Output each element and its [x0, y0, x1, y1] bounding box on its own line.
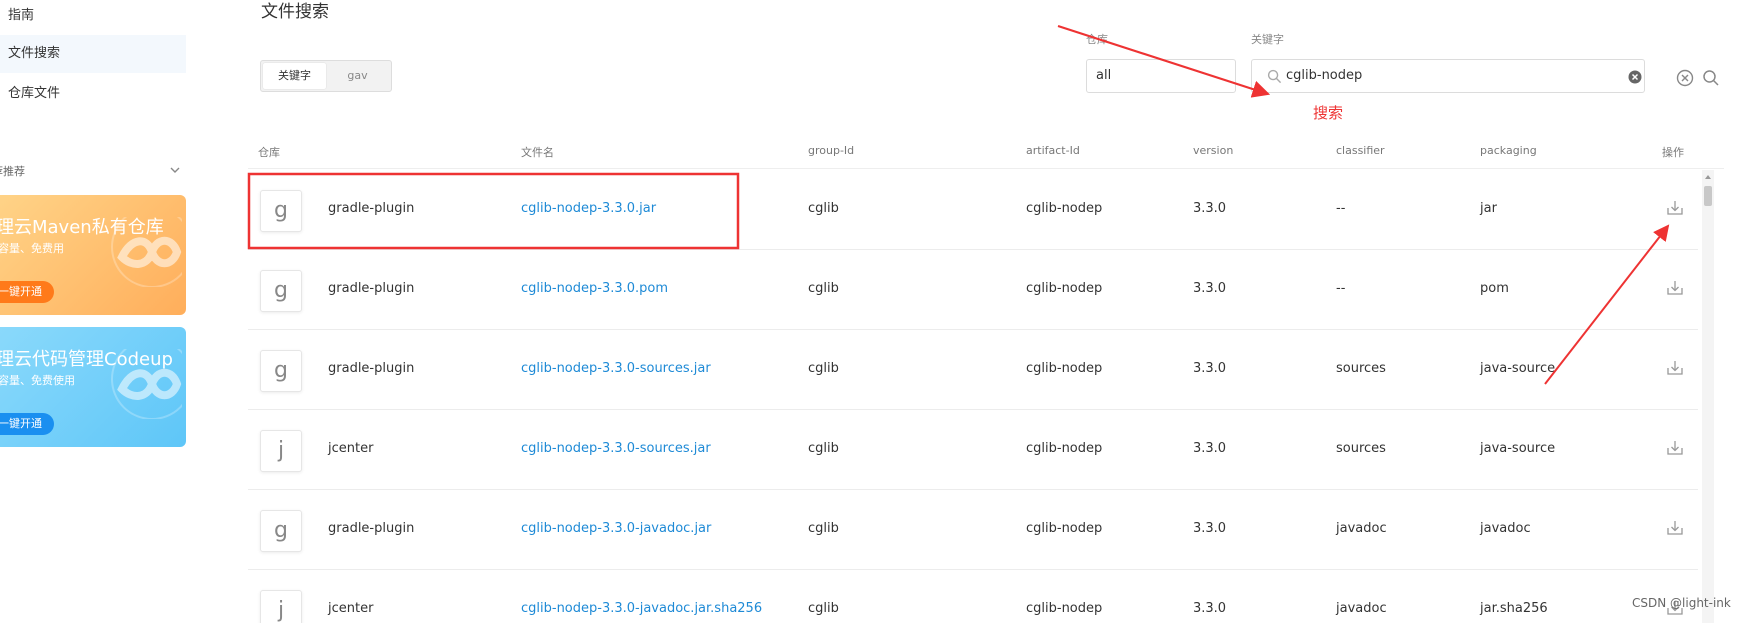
- column-header-filename: 文件名: [521, 146, 554, 159]
- cell-version: 3.3.0: [1193, 201, 1227, 216]
- cell-repo: gradle-plugin: [328, 281, 415, 296]
- search-button-icon[interactable]: [1702, 69, 1720, 87]
- promo-card-codeup[interactable]: 理云代码管理Codeup 容量、免费使用 一键开通: [0, 327, 186, 447]
- cell-repo: jcenter: [328, 441, 374, 456]
- cell-version: 3.3.0: [1193, 521, 1227, 536]
- promo-subtitle: 容量、免费用: [0, 242, 64, 255]
- column-header-actions: 操作: [1662, 146, 1684, 159]
- cell-artifact-id: cglib-nodep: [1026, 201, 1103, 216]
- tab-gav[interactable]: gav: [326, 63, 389, 89]
- cell-classifier: sources: [1336, 441, 1386, 456]
- table-row[interactable]: j jcenter cglib-nodep-3.3.0-javadoc.jar.sh…: [248, 570, 1698, 623]
- cell-artifact-id: cglib-nodep: [1026, 601, 1103, 616]
- cell-artifact-id: cglib-nodep: [1026, 361, 1103, 376]
- promo-title: 理云Maven私有仓库: [0, 217, 164, 238]
- search-icon: [1267, 69, 1282, 84]
- recommend-title: 荐推荐: [0, 165, 25, 178]
- table-header-divider: [248, 168, 1724, 169]
- cell-repo: jcenter: [328, 601, 374, 616]
- nav-item-guide[interactable]: 指南: [0, 0, 186, 35]
- cell-packaging: pom: [1480, 281, 1509, 296]
- cell-filename[interactable]: cglib-nodep-3.3.0-javadoc.jar.sha256: [521, 601, 762, 616]
- annotation-search-label: 搜索: [1313, 104, 1344, 122]
- cell-classifier: javadoc: [1336, 601, 1387, 616]
- cell-packaging: javadoc: [1480, 521, 1531, 536]
- promo-card-maven[interactable]: 理云Maven私有仓库 容量、免费用 一键开通: [0, 195, 186, 315]
- cell-artifact-id: cglib-nodep: [1026, 281, 1103, 296]
- cell-packaging: java-source: [1480, 361, 1556, 376]
- cell-classifier: javadoc: [1336, 521, 1387, 536]
- cell-filename[interactable]: cglib-nodep-3.3.0-sources.jar: [521, 361, 711, 376]
- clear-input-icon[interactable]: [1628, 70, 1642, 84]
- scroll-up-arrow-icon[interactable]: [1702, 172, 1714, 182]
- cell-classifier: --: [1336, 201, 1346, 216]
- nav-item-file-search[interactable]: 文件搜索: [0, 35, 186, 73]
- cell-packaging: jar.sha256: [1480, 601, 1548, 616]
- cell-group-id: cglib: [808, 521, 839, 536]
- table-row[interactable]: g gradle-plugin cglib-nodep-3.3.0.pom cglib…: [248, 250, 1698, 330]
- cell-filename[interactable]: cglib-nodep-3.3.0-sources.jar: [521, 441, 711, 456]
- sidebar: 指南 文件搜索 仓库文件 荐推荐 理云Maven私有仓库 容量、免费用 一键开通…: [0, 0, 186, 623]
- reset-icon[interactable]: [1676, 69, 1694, 87]
- column-header-packaging: packaging: [1480, 144, 1537, 157]
- cell-version: 3.3.0: [1193, 441, 1227, 456]
- promo-open-button[interactable]: 一键开通: [0, 281, 54, 303]
- cell-version: 3.3.0: [1193, 361, 1227, 376]
- repo-badge: g: [260, 350, 302, 392]
- vertical-scrollbar[interactable]: [1702, 170, 1714, 623]
- chevron-down-icon[interactable]: [168, 163, 182, 177]
- promo-open-button[interactable]: 一键开通: [0, 413, 54, 435]
- cell-group-id: cglib: [808, 361, 839, 376]
- promo-title: 理云代码管理Codeup: [0, 349, 173, 370]
- page-title: 文件搜索: [261, 2, 329, 22]
- tab-keyword[interactable]: 关键字: [263, 63, 326, 89]
- cell-group-id: cglib: [808, 281, 839, 296]
- table-row[interactable]: g gradle-plugin cglib-nodep-3.3.0-javadoc.…: [248, 490, 1698, 570]
- nav-item-repo-files[interactable]: 仓库文件: [0, 75, 186, 113]
- column-header-group-id: group-Id: [808, 144, 855, 157]
- cell-repo: gradle-plugin: [328, 361, 415, 376]
- promo-subtitle: 容量、免费使用: [0, 374, 75, 387]
- scrollbar-thumb[interactable]: [1704, 186, 1712, 206]
- cell-repo: gradle-plugin: [328, 521, 415, 536]
- cell-version: 3.3.0: [1193, 281, 1227, 296]
- download-icon[interactable]: [1666, 199, 1684, 217]
- table-row[interactable]: g gradle-plugin cglib-nodep-3.3.0.jar cglib…: [248, 170, 1698, 250]
- cell-group-id: cglib: [808, 441, 839, 456]
- cell-filename[interactable]: cglib-nodep-3.3.0.jar: [521, 201, 656, 216]
- search-mode-toggle: 关键字 gav: [260, 60, 392, 92]
- column-header-classifier: classifier: [1336, 144, 1385, 157]
- repo-badge: g: [260, 270, 302, 312]
- cell-group-id: cglib: [808, 601, 839, 616]
- keyword-label: 关键字: [1251, 33, 1284, 46]
- cell-version: 3.3.0: [1193, 601, 1227, 616]
- table-row[interactable]: g gradle-plugin cglib-nodep-3.3.0-sources.…: [248, 330, 1698, 410]
- download-icon[interactable]: [1666, 439, 1684, 457]
- table-row[interactable]: j jcenter cglib-nodep-3.3.0-sources.jar cgl…: [248, 410, 1698, 490]
- repo-label: 仓库: [1086, 33, 1108, 46]
- cell-artifact-id: cglib-nodep: [1026, 441, 1103, 456]
- watermark: CSDN @light-ink: [1632, 596, 1731, 610]
- repo-badge: j: [260, 430, 302, 472]
- cell-filename[interactable]: cglib-nodep-3.3.0-javadoc.jar: [521, 521, 711, 536]
- download-icon[interactable]: [1666, 519, 1684, 537]
- cell-packaging: java-source: [1480, 441, 1556, 456]
- cell-filename[interactable]: cglib-nodep-3.3.0.pom: [521, 281, 668, 296]
- cell-group-id: cglib: [808, 201, 839, 216]
- repo-badge: g: [260, 510, 302, 552]
- column-header-repo: 仓库: [258, 146, 280, 159]
- cell-classifier: sources: [1336, 361, 1386, 376]
- download-icon[interactable]: [1666, 359, 1684, 377]
- keyword-input[interactable]: cglib-nodep: [1251, 59, 1645, 93]
- cell-classifier: --: [1336, 281, 1346, 296]
- repo-badge: j: [260, 590, 302, 623]
- download-icon[interactable]: [1666, 279, 1684, 297]
- column-header-version: version: [1193, 144, 1234, 157]
- repo-select[interactable]: all: [1086, 59, 1236, 93]
- repo-badge: g: [260, 190, 302, 232]
- cell-packaging: jar: [1480, 201, 1497, 216]
- column-header-artifact-id: artifact-Id: [1026, 144, 1080, 157]
- cell-repo: gradle-plugin: [328, 201, 415, 216]
- cell-artifact-id: cglib-nodep: [1026, 521, 1103, 536]
